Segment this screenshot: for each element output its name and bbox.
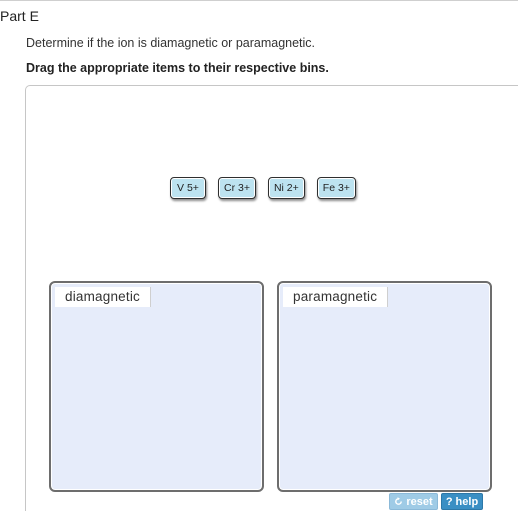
ion-tile-cr3[interactable]: Cr 3+ [218,177,256,199]
help-label: help [455,495,479,508]
question-text: Determine if the ion is diamagnetic or p… [26,36,316,50]
question-mark-icon: ? [445,495,453,508]
reset-label: reset [406,495,433,508]
help-button[interactable]: ? help [441,493,483,510]
drag-instruction: Drag the appropriate items to their resp… [26,61,329,75]
bin-label-paramagnetic: paramagnetic [283,287,389,307]
bin-paramagnetic[interactable]: paramagnetic [277,281,492,492]
ion-tile-fe3[interactable]: Fe 3+ [316,177,356,199]
page: Part E Determine if the ion is diamagnet… [0,0,518,511]
part-title: Part E [0,8,39,24]
ion-tile-tray: V 5+ Cr 3+ Ni 2+ Fe 3+ [170,177,356,199]
ion-tile-v5[interactable]: V 5+ [170,177,206,199]
bin-diamagnetic[interactable]: diamagnetic [49,281,264,492]
top-divider [0,0,518,1]
ion-tile-ni2[interactable]: Ni 2+ [267,177,305,199]
reset-icon [394,497,403,506]
reset-button[interactable]: reset [389,493,438,510]
bin-label-diamagnetic: diamagnetic [55,287,151,307]
